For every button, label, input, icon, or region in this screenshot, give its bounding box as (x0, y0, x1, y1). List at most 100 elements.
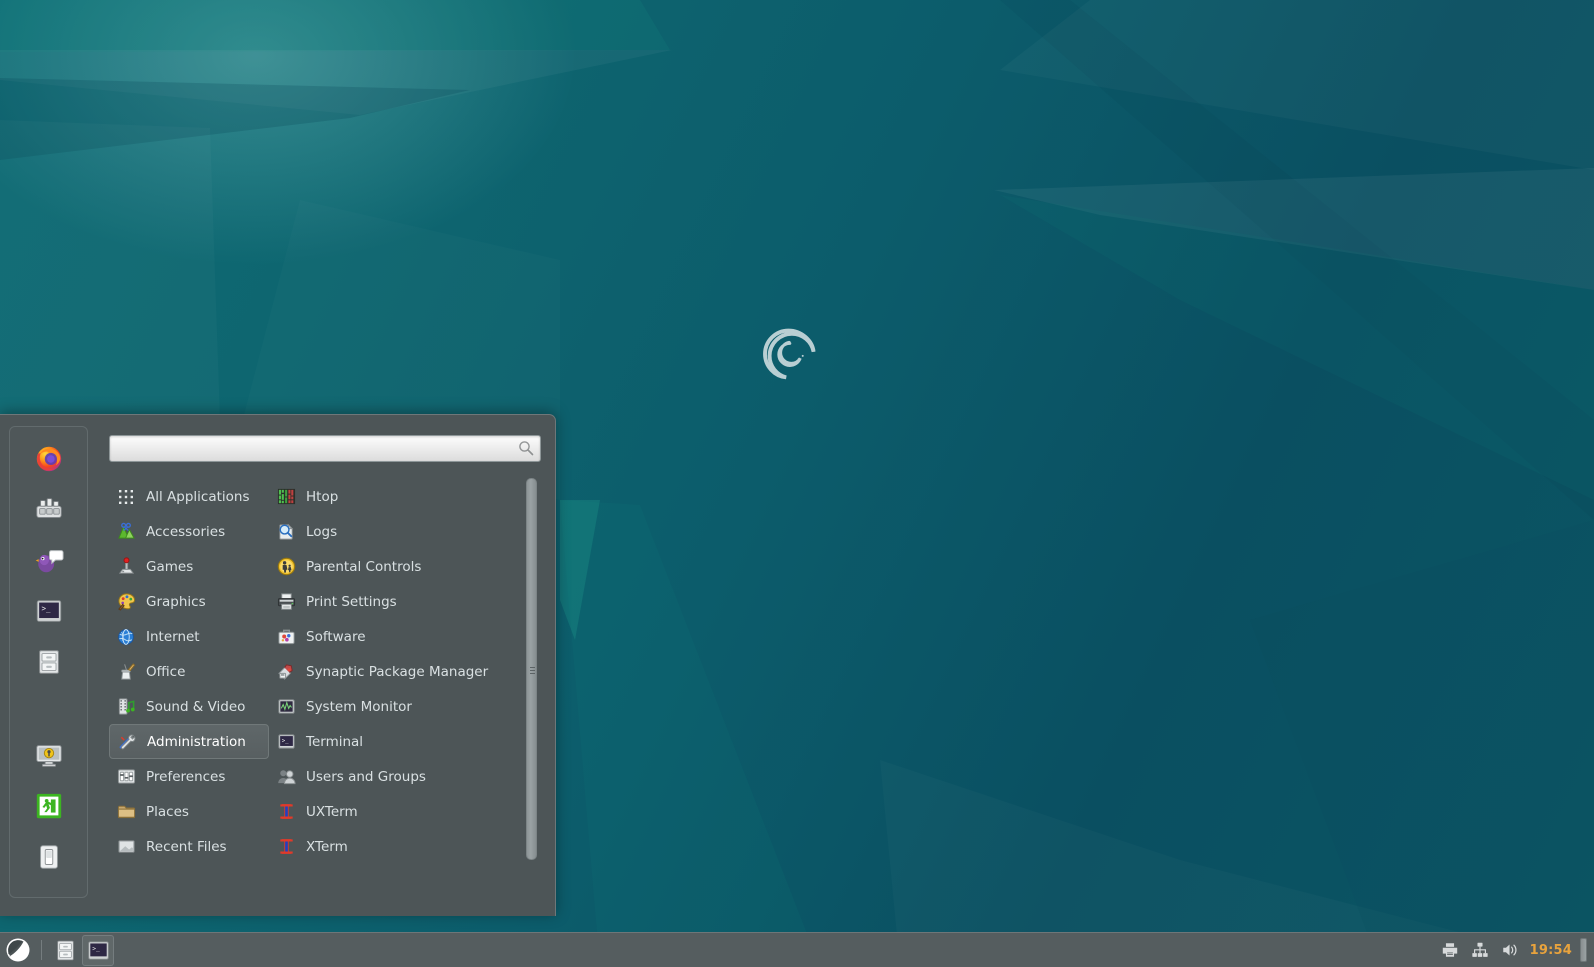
panel-resize-handle[interactable] (1580, 938, 1587, 962)
desktop[interactable]: >_ All Applications Accessories Games Gr… (0, 0, 1594, 967)
taskbar-launcher-file-manager[interactable] (50, 935, 80, 965)
svg-text:>_: >_ (281, 738, 288, 744)
users-groups-icon (276, 767, 296, 787)
category-accessories[interactable]: Accessories (109, 514, 269, 549)
app-item-uxterm[interactable]: UXTerm (269, 794, 519, 829)
globe-icon (116, 627, 136, 647)
app-label: Synaptic Package Manager (306, 663, 489, 680)
category-graphics[interactable]: Graphics (109, 584, 269, 619)
xterm-icon (276, 837, 296, 857)
category-recent-files[interactable]: Recent Files (109, 829, 269, 864)
menu-content: All Applications Accessories Games Graph… (88, 415, 555, 916)
svg-text:>_: >_ (92, 945, 100, 952)
app-label: Parental Controls (306, 558, 422, 575)
lock-screen-icon[interactable] (32, 738, 66, 772)
menu-columns: All Applications Accessories Games Graph… (109, 476, 541, 916)
exit-door-icon[interactable] (32, 789, 66, 823)
category-label: Games (146, 558, 194, 575)
category-label: Office (146, 663, 186, 680)
category-places[interactable]: Places (109, 794, 269, 829)
category-label: Recent Files (146, 838, 227, 855)
app-item-htop[interactable]: Htop (269, 479, 519, 514)
application-menu-panel[interactable]: >_ All Applications Accessories Games Gr… (0, 414, 556, 916)
category-administration[interactable]: Administration (109, 724, 269, 759)
category-label: Administration (147, 733, 246, 750)
category-label: Internet (146, 628, 200, 645)
app-item-users-and-groups[interactable]: Users and Groups (269, 759, 519, 794)
app-item-print-settings[interactable]: Print Settings (269, 584, 519, 619)
printer-tray-icon[interactable] (1438, 938, 1462, 962)
svg-text:>_: >_ (41, 604, 51, 613)
htop-icon (276, 487, 296, 507)
category-label: Preferences (146, 768, 226, 785)
office-icon (116, 662, 136, 682)
taskbar-separator (41, 940, 42, 960)
recent-files-icon (116, 837, 136, 857)
xterm-icon (276, 802, 296, 822)
parental-controls-icon (276, 557, 296, 577)
firefox-icon[interactable] (32, 441, 66, 475)
category-label: Sound & Video (146, 698, 246, 715)
power-switch-icon[interactable] (32, 840, 66, 874)
printer-icon (276, 592, 296, 612)
search-icon[interactable] (518, 440, 534, 456)
software-icon (276, 627, 296, 647)
category-all-applications[interactable]: All Applications (109, 479, 269, 514)
app-label: UXTerm (306, 803, 358, 820)
category-games[interactable]: Games (109, 549, 269, 584)
app-item-logs[interactable]: Logs (269, 514, 519, 549)
application-list-scrollbar[interactable] (526, 478, 537, 860)
category-office[interactable]: Office (109, 654, 269, 689)
taskbar[interactable]: >_ 19:54 (0, 932, 1594, 967)
taskbar-left: >_ (0, 933, 114, 967)
app-label: Print Settings (306, 593, 397, 610)
volume-icon[interactable] (1498, 938, 1522, 962)
system-tray: 19:54 (1435, 933, 1594, 967)
taskbar-window-terminal[interactable]: >_ (82, 934, 114, 966)
search-field-wrapper (109, 435, 541, 462)
app-label: Logs (306, 523, 338, 540)
synaptic-icon (276, 662, 296, 682)
tools-icon (117, 732, 137, 752)
app-item-synaptic[interactable]: Synaptic Package Manager (269, 654, 519, 689)
app-label: Terminal (306, 733, 364, 750)
app-item-software[interactable]: Software (269, 619, 519, 654)
category-preferences[interactable]: Preferences (109, 759, 269, 794)
category-list: All Applications Accessories Games Graph… (109, 476, 269, 916)
system-monitor-icon (276, 697, 296, 717)
application-list: Htop Logs Parental Controls Print Settin… (269, 476, 541, 916)
folder-icon (116, 802, 136, 822)
debian-menu-icon[interactable] (3, 935, 33, 965)
clock[interactable]: 19:54 (1530, 943, 1572, 958)
film-note-icon (116, 697, 136, 717)
application-list-items: Htop Logs Parental Controls Print Settin… (269, 479, 541, 864)
category-sound-video[interactable]: Sound & Video (109, 689, 269, 724)
app-label: Htop (306, 488, 339, 505)
app-label: XTerm (306, 838, 348, 855)
pidgin-icon[interactable] (32, 543, 66, 577)
category-label: All Applications (146, 488, 250, 505)
app-item-xterm[interactable]: XTerm (269, 829, 519, 864)
category-label: Accessories (146, 523, 226, 540)
app-label: System Monitor (306, 698, 412, 715)
terminal-icon[interactable]: >_ (32, 594, 66, 628)
network-icon[interactable] (1468, 938, 1492, 962)
settings-manager-icon[interactable] (32, 492, 66, 526)
joystick-icon (116, 557, 136, 577)
category-label: Graphics (146, 593, 206, 610)
app-label: Software (306, 628, 366, 645)
app-label: Users and Groups (306, 768, 426, 785)
palette-icon (116, 592, 136, 612)
search-input[interactable] (109, 435, 541, 462)
debian-swirl-logo (763, 328, 816, 380)
scrollbar-thumb[interactable] (526, 478, 537, 860)
scrollbar-grip-icon (530, 667, 535, 676)
app-item-parental-controls[interactable]: Parental Controls (269, 549, 519, 584)
category-label: Places (146, 803, 189, 820)
file-cabinet-icon[interactable] (32, 645, 66, 679)
app-item-system-monitor[interactable]: System Monitor (269, 689, 519, 724)
app-item-terminal[interactable]: >_ Terminal (269, 724, 519, 759)
category-internet[interactable]: Internet (109, 619, 269, 654)
accessories-icon (116, 522, 136, 542)
sliders-icon (116, 767, 136, 787)
